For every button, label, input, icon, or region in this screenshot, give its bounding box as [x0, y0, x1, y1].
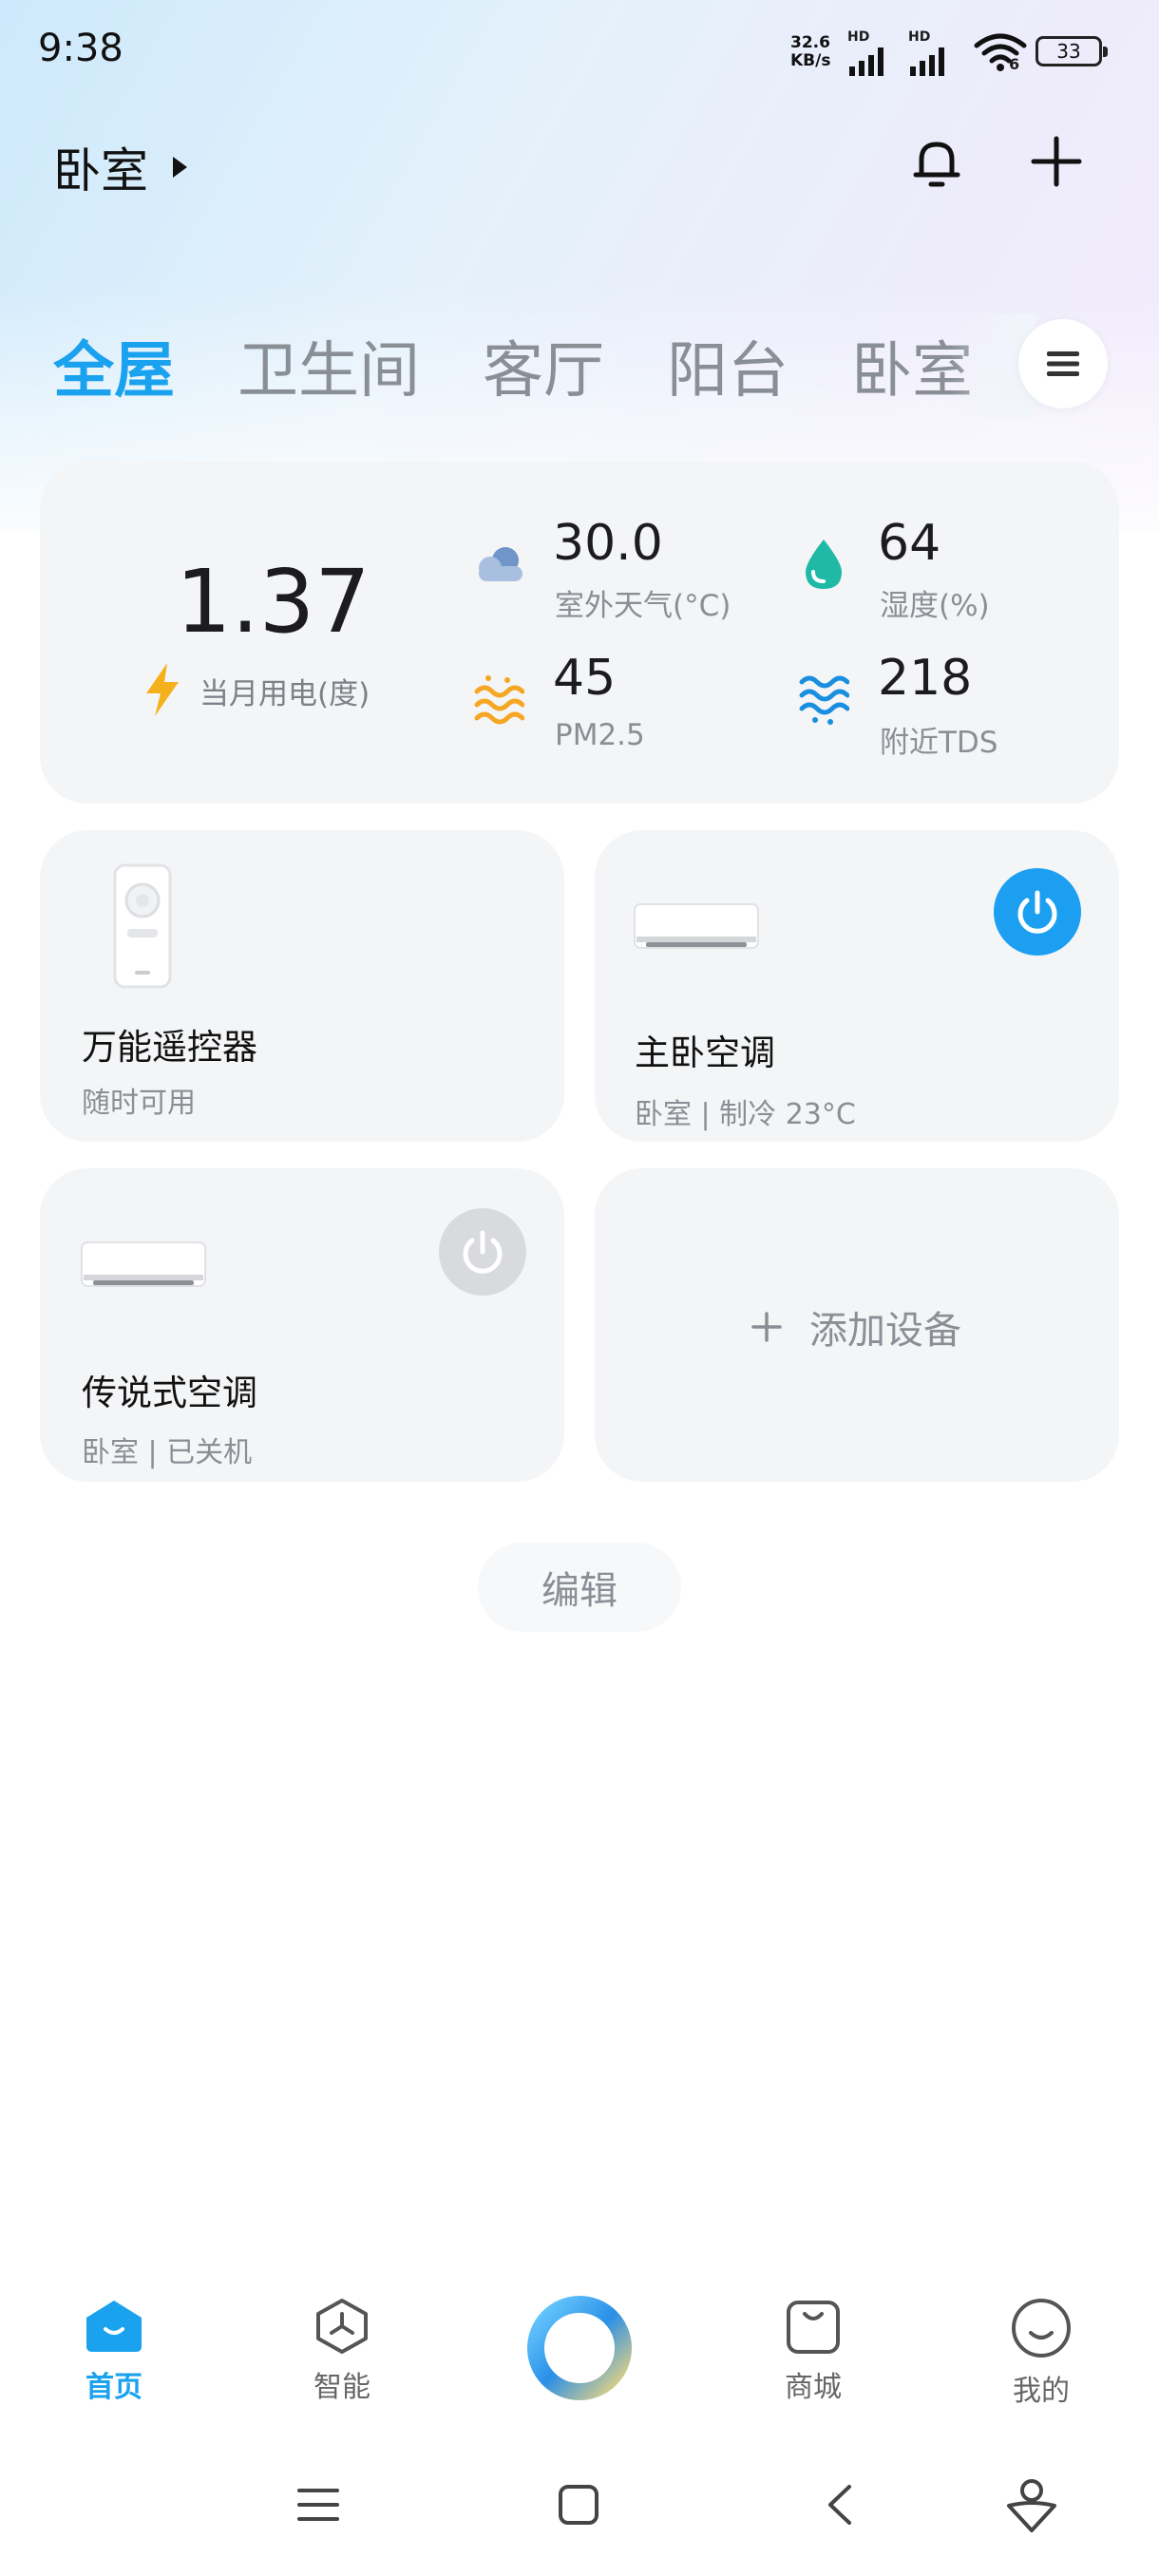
tds-label: 附近TDS	[880, 726, 998, 760]
power-button[interactable]	[994, 868, 1081, 956]
device-name: 主卧空调	[635, 1032, 775, 1073]
nav-profile-label: 我的	[1013, 2375, 1070, 2408]
outdoor-temp-label: 室外天气(°C)	[555, 589, 732, 623]
assistant-person-icon	[1007, 2479, 1056, 2532]
signal-icon-2: HD	[908, 30, 954, 82]
voice-assistant-button[interactable]	[522, 2291, 636, 2409]
wifi-sub-label: 6	[1009, 55, 1020, 73]
room-tabs: 全屋 卫生间 客厅 阳台 卧室	[53, 323, 1036, 408]
tab-balcony[interactable]: 阳台	[667, 322, 788, 409]
hd-label-2: HD	[908, 29, 931, 45]
nav-mall[interactable]: 商城	[737, 2297, 889, 2405]
pm25-icon	[473, 672, 525, 729]
device-status: 卧室 | 制冷 23°C	[635, 1098, 856, 1131]
air-conditioner-icon	[633, 900, 760, 957]
nav-mall-label: 商城	[785, 2371, 842, 2404]
power-usage-value: 1.37	[176, 551, 370, 653]
device-name: 万能遥控器	[82, 1027, 257, 1068]
pm25-label: PM2.5	[555, 718, 645, 752]
lightning-icon	[141, 661, 184, 722]
status-time: 9:38	[38, 27, 124, 70]
home-icon	[86, 2301, 142, 2352]
power-icon	[463, 1230, 503, 1274]
network-speed: 32.6 KB/s	[790, 34, 830, 70]
cloud-icon	[471, 543, 526, 589]
pm25-value: 45	[553, 650, 617, 707]
tab-bathroom[interactable]: 卫生间	[238, 322, 420, 409]
plus-icon	[751, 1312, 782, 1342]
menu-icon	[1047, 351, 1079, 376]
humidity-icon	[800, 536, 847, 597]
nav-smart-label: 智能	[314, 2371, 370, 2404]
add-device-label: 添加设备	[809, 1309, 961, 1353]
humidity-value: 64	[878, 515, 941, 572]
room-selector-label: 卧室	[53, 143, 148, 199]
wifi-icon: 6	[973, 32, 1028, 76]
back-arrow-icon	[828, 2485, 851, 2525]
water-tds-icon	[798, 672, 850, 729]
system-menu-button[interactable]	[296, 2483, 340, 2530]
outdoor-temp-value: 30.0	[553, 515, 663, 572]
bell-icon[interactable]	[908, 133, 965, 190]
remote-control-icon	[112, 862, 173, 994]
system-assistant-button[interactable]	[1005, 2477, 1058, 2538]
add-icon[interactable]	[1028, 133, 1085, 190]
device-status: 随时可用	[82, 1087, 196, 1120]
tds-value: 218	[878, 650, 973, 707]
menu-lines-icon	[297, 2489, 339, 2521]
device-status: 卧室 | 已关机	[82, 1436, 253, 1469]
system-back-button[interactable]	[819, 2483, 863, 2530]
room-selector[interactable]: 卧室	[53, 133, 187, 201]
system-home-button[interactable]	[557, 2483, 600, 2530]
air-conditioner-icon	[80, 1239, 207, 1296]
edit-button[interactable]: 编辑	[478, 1543, 681, 1632]
shopping-bag-icon	[787, 2301, 840, 2354]
assistant-orb-icon	[527, 2296, 632, 2400]
tab-living-room[interactable]: 客厅	[483, 322, 604, 409]
power-usage-label: 当月用电(度)	[200, 677, 370, 711]
smart-hexagon-icon	[316, 2299, 368, 2354]
nav-profile[interactable]: 我的	[965, 2297, 1117, 2409]
power-icon	[1017, 890, 1057, 934]
hd-label: HD	[847, 29, 870, 45]
nav-home-label: 首页	[86, 2371, 142, 2404]
nav-smart[interactable]: 智能	[266, 2297, 418, 2405]
signal-icon: HD	[847, 30, 893, 82]
smiley-icon	[1012, 2299, 1071, 2358]
caret-right-icon	[173, 157, 187, 178]
network-speed-unit: KB/s	[790, 51, 831, 70]
tab-menu-button[interactable]	[1018, 319, 1108, 408]
network-speed-value: 32.6	[790, 33, 830, 52]
power-button[interactable]	[439, 1208, 526, 1296]
add-device-button[interactable]: 添加设备	[750, 1299, 961, 1354]
device-name: 传说式空调	[82, 1373, 257, 1413]
tab-whole-house[interactable]: 全屋	[53, 322, 175, 409]
nav-home[interactable]: 首页	[38, 2297, 190, 2405]
square-icon	[559, 2485, 598, 2525]
battery-indicator: 33	[1036, 36, 1108, 66]
humidity-label: 湿度(%)	[880, 589, 990, 623]
